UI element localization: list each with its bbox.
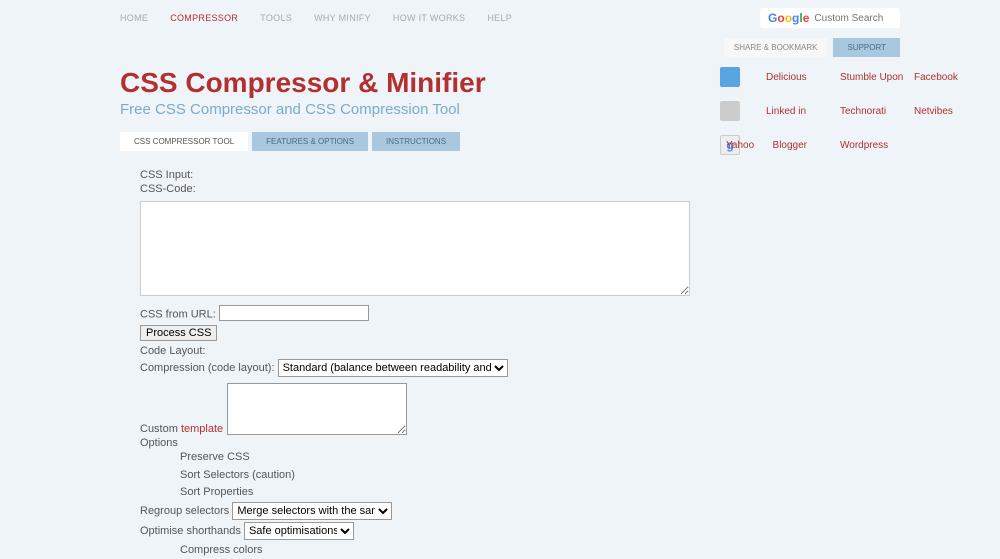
delicious-icon (720, 67, 740, 87)
nav-how[interactable]: HOW IT WORKS (393, 13, 465, 23)
process-button[interactable]: Process CSS (140, 325, 217, 341)
page-title: CSS Compressor & Minifier (120, 67, 690, 99)
link-netvibes[interactable]: Netvibes (914, 106, 984, 117)
link-stumble[interactable]: Stumble Upon (840, 72, 910, 83)
main-nav: HOME COMPRESSOR TOOLS WHY MINIFY HOW IT … (120, 13, 512, 23)
nav-tools[interactable]: TOOLS (260, 13, 292, 23)
linkedin-icon (720, 101, 740, 121)
css-url-input[interactable] (219, 305, 369, 321)
google-logo-icon: Google (768, 11, 809, 25)
support-button[interactable]: SUPPORT (833, 38, 900, 57)
tab-instructions[interactable]: INSTRUCTIONS (372, 132, 460, 151)
tabs: CSS COMPRESSOR TOOL FEATURES & OPTIONS I… (120, 132, 690, 151)
options-heading: Options (140, 437, 690, 449)
opt-compress-colors[interactable]: Compress colors (180, 542, 690, 559)
css-url-label: CSS from URL: (140, 309, 216, 321)
css-code-textarea[interactable] (140, 201, 690, 296)
share-bookmark-button[interactable]: SHARE & BOOKMARK (724, 38, 828, 57)
code-layout-label: Code Layout: (140, 345, 690, 357)
shorthand-select[interactable]: Safe optimisations (244, 522, 354, 540)
link-wordpress[interactable]: Wordpress (840, 140, 910, 151)
link-yahoo[interactable]: Yahoo (726, 140, 754, 151)
link-delicious[interactable]: Delicious (766, 72, 836, 83)
nav-compressor[interactable]: COMPRESSOR (170, 13, 238, 23)
link-facebook[interactable]: Facebook (914, 72, 984, 83)
link-blogger[interactable]: Blogger (773, 140, 807, 151)
nav-home[interactable]: HOME (120, 13, 148, 23)
nav-help[interactable]: HELP (487, 13, 512, 23)
tab-compressor-tool[interactable]: CSS COMPRESSOR TOOL (120, 132, 248, 151)
regroup-select[interactable]: Merge selectors with the same (232, 502, 392, 520)
shorthand-label: Optimise shorthands (140, 525, 241, 537)
social-links: Delicious Stumble Upon Facebook Linked i… (720, 67, 940, 155)
tab-features-options[interactable]: FEATURES & OPTIONS (252, 132, 368, 151)
opt-sort-properties[interactable]: Sort Properties (180, 484, 690, 502)
nav-why[interactable]: WHY MINIFY (314, 13, 371, 23)
template-link[interactable]: template (181, 423, 223, 435)
search-box[interactable]: Google (760, 8, 900, 28)
css-input-label: CSS Input: (140, 169, 690, 181)
regroup-label: Regroup selectors (140, 505, 229, 517)
link-technorati[interactable]: Technorati (840, 106, 910, 117)
custom-template-textarea[interactable] (227, 383, 407, 435)
compression-label: Compression (code layout): (140, 362, 275, 374)
link-linkedin[interactable]: Linked in (766, 106, 836, 117)
custom-label: Custom (140, 423, 181, 435)
opt-preserve[interactable]: Preserve CSS (180, 449, 690, 467)
opt-sort-selectors[interactable]: Sort Selectors (caution) (180, 467, 690, 485)
search-input[interactable] (814, 13, 884, 24)
compression-select[interactable]: Standard (balance between readability an… (278, 359, 508, 377)
page-subtitle: Free CSS Compressor and CSS Compression … (120, 101, 690, 118)
css-code-label: CSS-Code: (140, 183, 690, 195)
